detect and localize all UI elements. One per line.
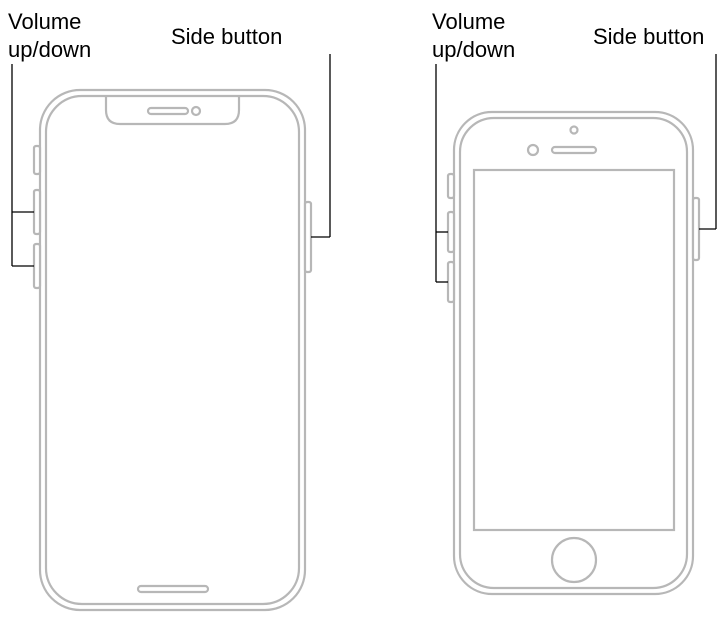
phone-2 [436,54,716,594]
phones-diagram [0,0,724,620]
phone-1 [12,54,330,610]
diagram-stage: Volume up/down Side button Volume up/dow… [0,0,724,620]
